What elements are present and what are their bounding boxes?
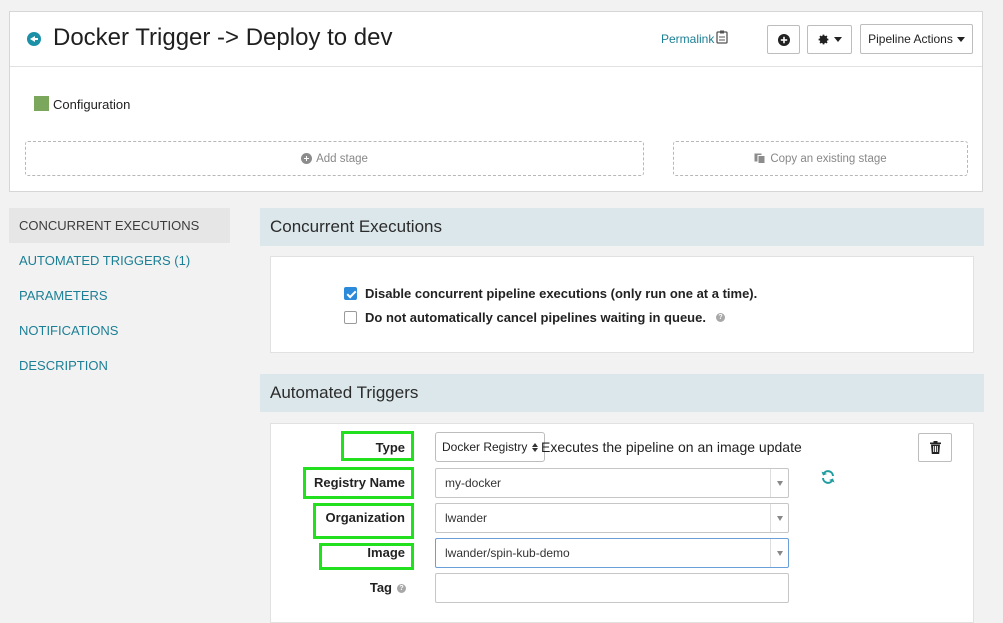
tag-input[interactable] [435,573,789,603]
pipeline-header-bar: Docker Trigger -> Deploy to dev Permalin… [10,12,982,67]
concurrent-executions-heading: Concurrent Executions [260,208,984,246]
add-stage-label: Add stage [316,152,368,165]
help-icon[interactable]: ? [715,313,725,322]
organization-value: lwander [445,511,488,525]
disable-concurrent-row[interactable]: Disable concurrent pipeline executions (… [344,286,757,301]
nav-item-description[interactable]: DESCRIPTION [9,348,230,383]
delete-trigger-button[interactable] [918,433,952,462]
type-label: Type [375,440,405,455]
organization-label: Organization [325,510,405,525]
nav-item-parameters[interactable]: PARAMETERS [9,278,230,313]
permalink-link[interactable]: Permalink [661,32,714,46]
registry-name-select[interactable]: my-docker [435,468,789,498]
clipboard-icon[interactable] [716,30,728,44]
configuration-stage[interactable]: Configuration [53,97,130,112]
copy-stage-button[interactable]: Copy an existing stage [673,141,968,176]
disable-concurrent-checkbox[interactable] [344,287,357,300]
no-cancel-checkbox[interactable] [344,311,357,324]
disable-concurrent-label: Disable concurrent pipeline executions (… [365,286,758,301]
pipeline-actions-label: Pipeline Actions [868,32,953,46]
add-stage-button[interactable]: Add stage [25,141,644,176]
config-nav: CONCURRENT EXECUTIONS AUTOMATED TRIGGERS… [9,208,230,383]
nav-item-automated-triggers[interactable]: AUTOMATED TRIGGERS (1) [9,243,230,278]
registry-name-value: my-docker [445,476,502,490]
image-select[interactable]: lwander/spin-kub-demo [435,538,789,568]
type-description: Executes the pipeline on an image update [541,439,802,455]
organization-select[interactable]: lwander [435,503,789,533]
tag-label: Tag [369,580,392,595]
dropdown-arrow-icon [770,469,788,497]
settings-button[interactable] [807,25,852,54]
nav-item-concurrent-executions[interactable]: CONCURRENT EXECUTIONS [9,208,230,243]
automated-triggers-heading: Automated Triggers [260,374,984,412]
configuration-swatch [34,96,49,111]
pipeline-title: Docker Trigger -> Deploy to dev [53,24,393,51]
pipeline-actions-button[interactable]: Pipeline Actions [860,24,973,54]
add-button[interactable] [767,25,800,54]
concurrent-executions-panel: Disable concurrent pipeline executions (… [270,256,974,353]
type-select-value: Docker Registry [442,440,528,454]
chevron-down-icon [956,36,965,42]
dropdown-arrow-icon [770,504,788,532]
type-select[interactable]: Docker Registry [435,432,546,462]
gear-icon [818,34,829,45]
nav-item-notifications[interactable]: NOTIFICATIONS [9,313,230,348]
help-icon[interactable]: ? [397,584,406,593]
no-cancel-label: Do not automatically cancel pipelines wa… [365,310,706,325]
plus-circle-icon [777,33,790,46]
pipeline-header-card: Docker Trigger -> Deploy to dev Permalin… [9,11,983,192]
back-arrow-icon[interactable] [27,32,41,46]
refresh-icon[interactable] [820,469,836,485]
registry-name-label: Registry Name [313,475,405,490]
updown-arrows-icon [532,442,539,452]
copy-stage-label: Copy an existing stage [770,152,887,165]
chevron-down-icon [834,37,842,42]
copy-icon [754,153,766,164]
image-value: lwander/spin-kub-demo [445,546,570,560]
no-cancel-row[interactable]: Do not automatically cancel pipelines wa… [344,310,725,325]
image-label: Image [367,545,405,560]
dropdown-arrow-icon [770,539,788,567]
plus-circle-icon [301,153,313,164]
trash-icon [929,441,941,454]
